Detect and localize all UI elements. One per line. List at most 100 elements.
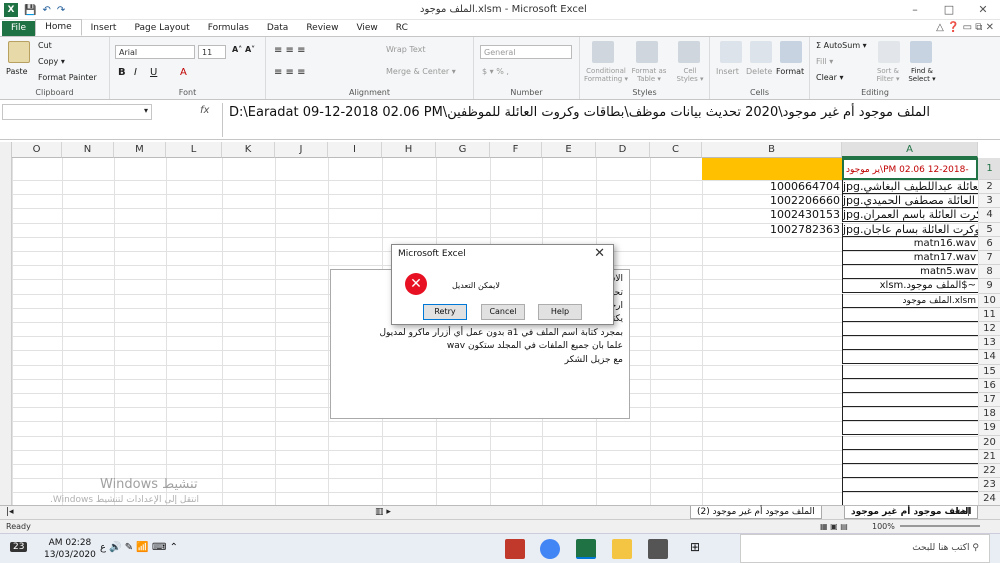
column-header-k[interactable]: K <box>222 142 275 158</box>
cell-a10[interactable]: الملف موجود.xlsm <box>842 293 978 308</box>
column-header-i[interactable]: I <box>328 142 382 158</box>
retry-button[interactable]: Retry <box>423 304 467 320</box>
cell-empty[interactable] <box>842 407 978 422</box>
cell-empty[interactable] <box>842 307 978 322</box>
insert-button[interactable]: Insert <box>716 67 739 76</box>
cell-empty[interactable] <box>842 478 978 493</box>
font-name-combo[interactable]: Arial <box>115 45 195 59</box>
tab-insert[interactable]: Insert <box>82 21 126 36</box>
row-header-6[interactable]: 6 <box>978 236 1000 251</box>
align-icon[interactable]: ≡ ≡ ≡ <box>274 45 306 56</box>
help-button[interactable]: Help <box>538 304 582 320</box>
view-icons[interactable]: ▦ ▣ ▤ <box>820 520 848 533</box>
fill-button[interactable]: Fill ▾ <box>816 57 833 66</box>
cell-a3[interactable]: jpg.بطاقة الاحوال وكرت العائلة مصطفى الح… <box>842 194 978 209</box>
bold-button[interactable]: B <box>118 67 126 78</box>
cell-empty[interactable] <box>842 492 978 505</box>
cell-a6[interactable]: matn16.wav <box>842 236 978 251</box>
task-view-icon[interactable]: ⊞ <box>690 540 700 554</box>
cell-empty[interactable] <box>842 464 978 478</box>
format-button[interactable]: Format <box>776 67 804 76</box>
cell-empty[interactable] <box>842 350 978 365</box>
paste-button[interactable]: Paste <box>6 67 28 76</box>
column-header-b[interactable]: B <box>702 142 842 158</box>
column-header-o[interactable]: O <box>12 142 62 158</box>
help-icon[interactable]: △ ❓ ▭ ⧉ ✕ <box>936 22 994 33</box>
row-header-23[interactable]: 23 <box>978 478 1000 493</box>
fx-icon[interactable]: fx <box>200 105 209 116</box>
undo-icon[interactable]: ↶ <box>42 5 50 16</box>
column-header-e[interactable]: E <box>542 142 596 158</box>
row-header-24[interactable]: 24 <box>978 492 1000 505</box>
underline-button[interactable]: U <box>150 67 157 78</box>
row-header-19[interactable]: 19 <box>978 421 1000 436</box>
sort-filter-icon[interactable] <box>878 41 900 63</box>
conditional-formatting-button[interactable]: Conditional Formatting ▾ <box>584 67 628 83</box>
delete-cells-icon[interactable] <box>750 41 772 63</box>
column-header-g[interactable]: G <box>436 142 490 158</box>
cell-a2[interactable]: jpg.بطاقة الاحوال وكرت العائلة عبداللطيف… <box>842 180 978 194</box>
align-bottom-icon[interactable]: ≡ ≡ ≡ <box>274 67 306 78</box>
cell-empty[interactable] <box>842 322 978 336</box>
cell-empty[interactable] <box>842 378 978 393</box>
redo-icon[interactable]: ↷ <box>57 5 65 16</box>
vertical-scrollbar[interactable] <box>0 142 12 505</box>
chrome-icon[interactable] <box>540 539 560 559</box>
cell-b4[interactable]: 1002430153 <box>640 208 842 222</box>
excel-taskbar-icon[interactable] <box>576 539 596 559</box>
zoom-slider[interactable] <box>900 525 980 527</box>
cancel-button[interactable]: Cancel <box>481 304 525 320</box>
row-header-13[interactable]: 13 <box>978 336 1000 351</box>
tab-page-layout[interactable]: Page Layout <box>125 21 198 36</box>
sheet-nav-right-icon[interactable]: ◂ ▸| <box>955 507 970 517</box>
delete-button[interactable]: Delete <box>746 67 772 76</box>
italic-button[interactable]: I <box>134 67 137 78</box>
cell-empty[interactable] <box>842 364 978 379</box>
cell-b3[interactable]: 1002206660 <box>640 194 842 208</box>
cell-empty[interactable] <box>842 336 978 351</box>
font-color-icon[interactable]: A <box>180 67 187 78</box>
row-header-21[interactable]: 21 <box>978 449 1000 464</box>
sheet-tab-2[interactable]: الملف موجود أم غير موجود (2) <box>690 506 822 519</box>
cell-a4[interactable]: jpg.بطاقة الاحوال وكرت العائلة باسم العم… <box>842 208 978 223</box>
close-window-button[interactable]: ✕ <box>966 0 1000 20</box>
cell-styles-icon[interactable] <box>678 41 700 63</box>
row-header-12[interactable]: 12 <box>978 322 1000 337</box>
row-header-20[interactable]: 20 <box>978 435 1000 450</box>
row-header-5[interactable]: 5 <box>978 222 1000 237</box>
column-header-l[interactable]: L <box>166 142 222 158</box>
tab-rc[interactable]: RC <box>387 21 417 36</box>
row-header-2[interactable]: 2 <box>978 180 1000 195</box>
row-header-10[interactable]: 10 <box>978 293 1000 308</box>
cell-a1[interactable]: ير موجود\PM 02.06 12-2018- <box>842 158 978 180</box>
sheet-nav-left-icon[interactable]: |◂ <box>6 507 14 517</box>
format-as-table-button[interactable]: Format as Table ▾ <box>630 67 668 83</box>
cell-empty[interactable] <box>842 435 978 450</box>
grow-font-button[interactable]: A˄ A˅ <box>232 45 255 54</box>
cell-empty[interactable] <box>842 449 978 464</box>
taskbar-search-box[interactable]: ⚲ اكتب هنا للبحث <box>740 534 990 563</box>
cell-a8[interactable]: matn5.wav <box>842 265 978 280</box>
percent-icon[interactable]: $ ▾ % , <box>482 67 509 76</box>
row-header-17[interactable]: 17 <box>978 393 1000 408</box>
column-header-h[interactable]: H <box>382 142 436 158</box>
row-header-11[interactable]: 11 <box>978 307 1000 322</box>
cell-empty[interactable] <box>842 421 978 436</box>
column-header-n[interactable]: N <box>62 142 114 158</box>
row-header-22[interactable]: 22 <box>978 464 1000 479</box>
font-size-combo[interactable]: 11 <box>198 45 226 59</box>
cell-empty[interactable] <box>842 393 978 407</box>
cell-a7[interactable]: matn17.wav <box>842 251 978 265</box>
hscroll-left-icon[interactable]: ▥ ▸ <box>375 507 391 517</box>
formula-input[interactable]: D:\Earadat 09-12-2018 02.06 PM\الملف موج… <box>222 103 984 137</box>
row-header-1[interactable]: 1 <box>978 158 1000 180</box>
column-header-j[interactable]: J <box>275 142 328 158</box>
row-header-7[interactable]: 7 <box>978 251 1000 266</box>
row-header-9[interactable]: 9 <box>978 279 1000 294</box>
cut-button[interactable]: Cut <box>38 41 52 50</box>
conditional-formatting-icon[interactable] <box>592 41 614 63</box>
tab-formulas[interactable]: Formulas <box>199 21 258 36</box>
find-select-button[interactable]: Find & Select ▾ <box>906 67 938 83</box>
minimize-button[interactable]: – <box>898 0 932 20</box>
number-format-combo[interactable]: General <box>480 45 572 59</box>
